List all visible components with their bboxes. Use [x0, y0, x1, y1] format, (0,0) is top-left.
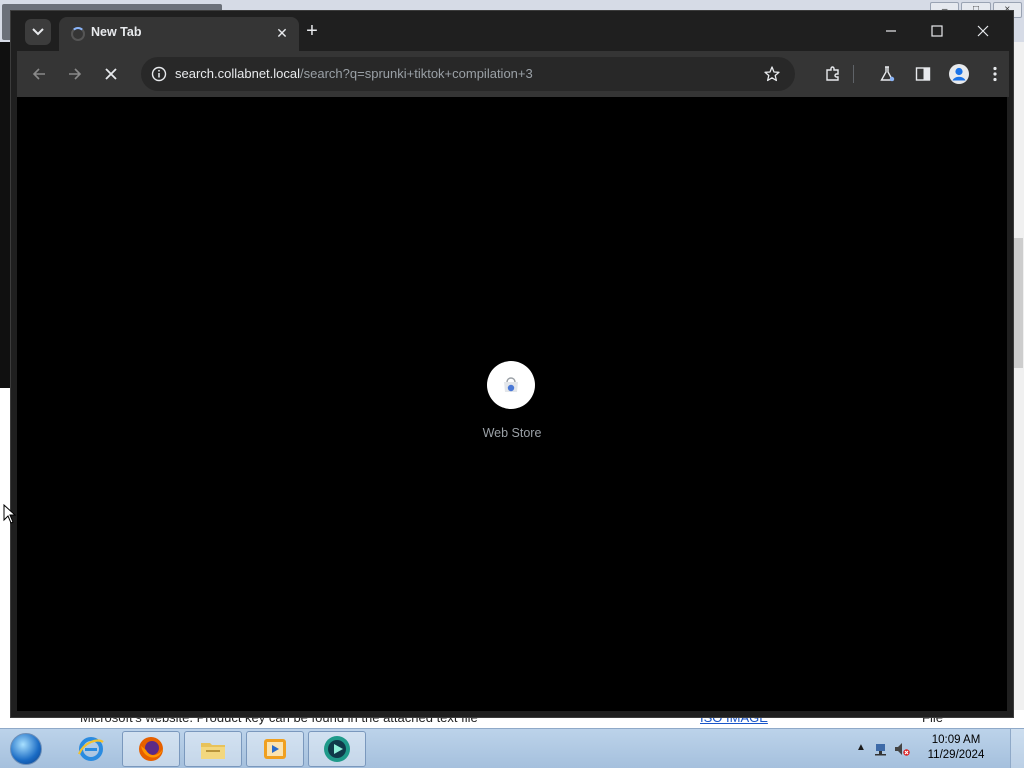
labs-button[interactable] — [875, 62, 899, 86]
menu-button[interactable] — [983, 62, 1007, 86]
web-store-icon — [504, 377, 518, 392]
tab-new-tab[interactable]: New Tab ✕ — [59, 17, 299, 51]
stop-x-icon — [105, 68, 117, 80]
taskbar: ▲ 10:09 AM 11/29/2024 — [0, 728, 1024, 768]
forward-button[interactable] — [63, 62, 87, 86]
system-tray: ▲ 10:09 AM 11/29/2024 — [854, 729, 1024, 768]
page-content: Web Store — [17, 97, 1007, 711]
close-icon — [977, 25, 989, 37]
close-button[interactable] — [961, 19, 1005, 43]
tab-close-icon[interactable]: ✕ — [273, 24, 291, 42]
maximize-button[interactable] — [915, 19, 959, 43]
taskbar-chrome-app[interactable] — [308, 731, 366, 767]
taskbar-file-explorer[interactable] — [184, 731, 242, 767]
url-text[interactable]: search.collabnet.local/search?q=sprunki+… — [175, 66, 533, 81]
stop-loading-button[interactable] — [99, 62, 123, 86]
show-desktop-button[interactable] — [1010, 729, 1024, 768]
browser-toolbar: search.collabnet.local/search?q=sprunki+… — [17, 51, 1009, 97]
extensions-button[interactable] — [821, 62, 845, 86]
media-player-icon — [264, 739, 286, 759]
minimize-button[interactable] — [869, 19, 913, 43]
show-hidden-icons-icon[interactable]: ▲ — [856, 742, 866, 753]
puzzle-piece-icon — [826, 66, 839, 81]
volume-muted-icon[interactable] — [894, 741, 910, 757]
folder-icon — [201, 743, 225, 759]
browser-window: New Tab ✕ + search.collabnet.local/searc… — [10, 10, 1014, 718]
minimize-icon — [886, 30, 896, 32]
start-button[interactable] — [6, 731, 46, 767]
three-dots-vertical-icon — [993, 66, 997, 82]
site-info-icon[interactable] — [151, 66, 167, 82]
clock-date: 11/29/2024 — [927, 749, 985, 761]
clock-time: 10:09 AM — [931, 734, 981, 746]
tab-strip: New Tab ✕ + — [11, 11, 1013, 51]
url-path: /search?q=sprunki+tiktok+compilation+3 — [300, 66, 533, 81]
address-bar[interactable]: search.collabnet.local/search?q=sprunki+… — [141, 57, 795, 91]
web-store-shortcut[interactable] — [487, 361, 535, 409]
taskbar-media-player[interactable] — [246, 731, 304, 767]
chevron-down-icon — [32, 28, 44, 36]
back-button[interactable] — [27, 62, 51, 86]
side-panel-button[interactable] — [911, 62, 935, 86]
side-panel-icon — [915, 67, 931, 81]
tab-title: New Tab — [91, 25, 142, 39]
back-arrow-icon — [32, 68, 45, 80]
internet-explorer-icon — [77, 737, 104, 761]
windows-logo-icon — [10, 733, 42, 765]
profile-button[interactable] — [947, 62, 971, 86]
maximize-icon — [931, 25, 943, 37]
new-tab-button[interactable]: + — [301, 21, 323, 43]
network-icon[interactable] — [874, 741, 890, 757]
app-play-icon — [324, 736, 350, 762]
firefox-icon — [139, 737, 163, 761]
mouse-cursor-icon — [3, 504, 17, 524]
background-dark-pane — [0, 42, 10, 388]
loading-spinner-icon — [71, 27, 85, 41]
flask-icon — [880, 66, 895, 82]
bookmark-star-icon[interactable] — [763, 65, 781, 83]
toolbar-separator — [853, 65, 854, 83]
url-host: search.collabnet.local — [175, 66, 301, 81]
web-store-label[interactable]: Web Store — [462, 426, 562, 440]
tab-search-button[interactable] — [25, 19, 51, 45]
taskbar-internet-explorer[interactable] — [62, 731, 120, 767]
profile-avatar-icon — [949, 64, 969, 84]
taskbar-clock[interactable]: 10:09 AM 11/29/2024 — [910, 733, 1002, 763]
taskbar-firefox[interactable] — [122, 731, 180, 767]
forward-arrow-icon — [69, 68, 82, 80]
